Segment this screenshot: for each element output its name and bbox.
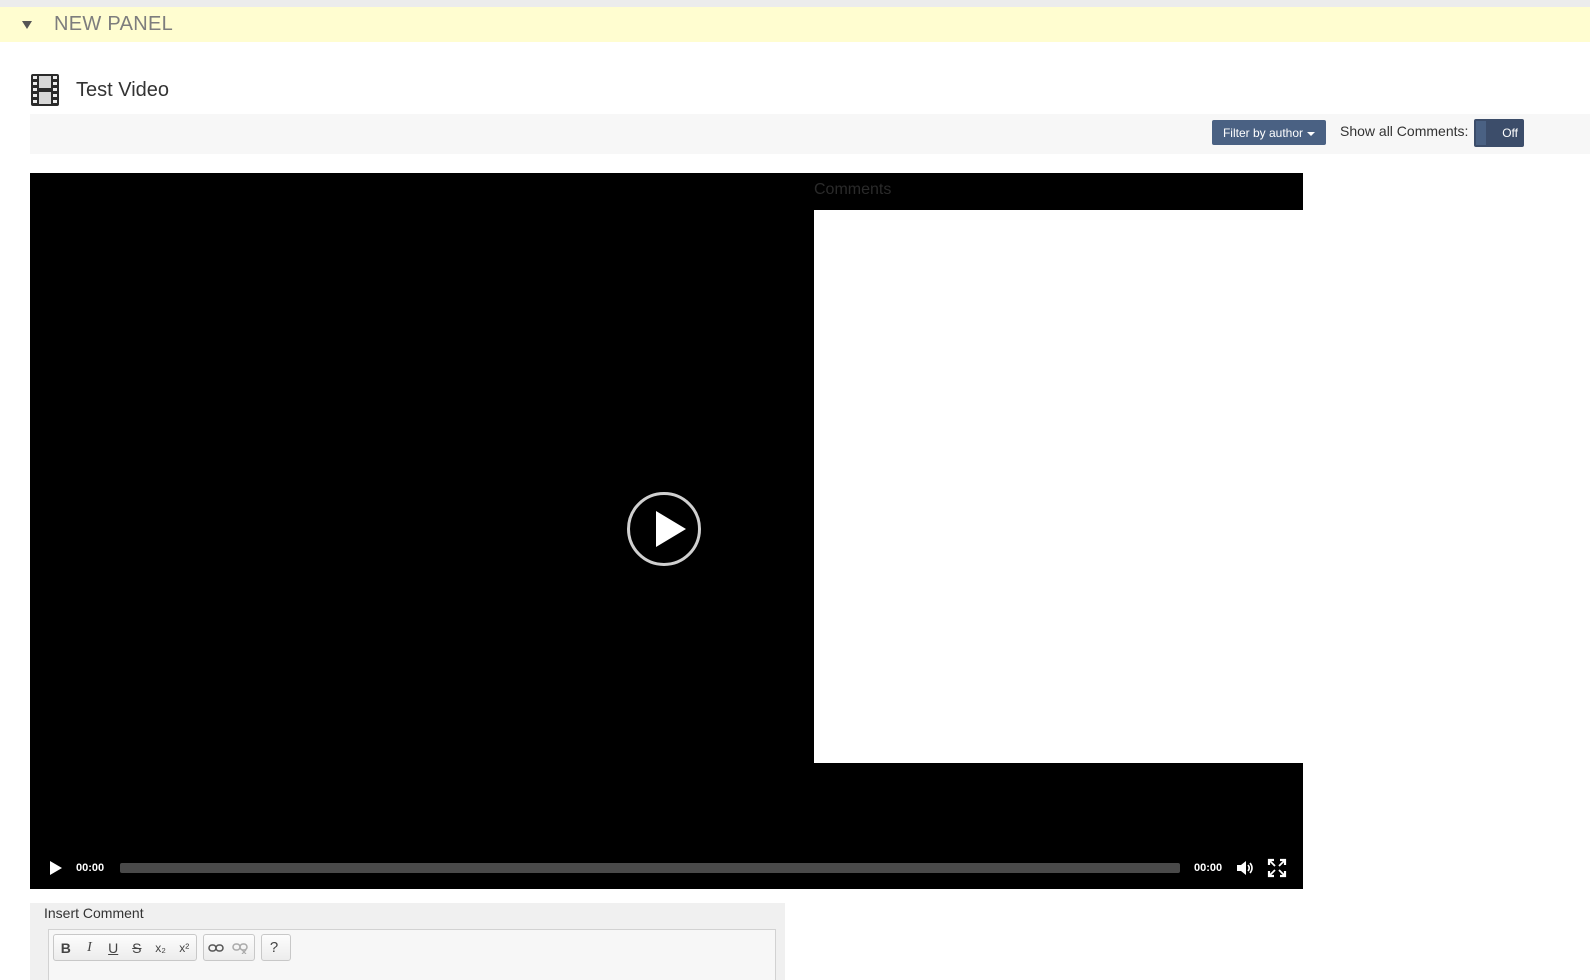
unlink-button[interactable] bbox=[228, 935, 252, 960]
play-pause-button[interactable] bbox=[50, 861, 62, 875]
comment-toolbar: Filter by author Show all Comments: Off bbox=[30, 114, 1590, 154]
insert-comment-box: Insert Comment B I U S x₂ x² ? bbox=[30, 903, 785, 980]
player-controls: 00:00 00:00 bbox=[30, 853, 1303, 883]
top-strip bbox=[0, 0, 1590, 7]
video-player[interactable]: Comments 00:00 00:00 bbox=[30, 173, 1303, 889]
superscript-button[interactable]: x² bbox=[172, 935, 196, 960]
link-icon bbox=[208, 943, 224, 952]
panel-title: NEW PANEL bbox=[54, 13, 174, 35]
video-title: Test Video bbox=[76, 78, 170, 101]
progress-bar[interactable] bbox=[120, 863, 1180, 873]
video-title-row: Test Video bbox=[30, 72, 169, 108]
toggle-knob bbox=[1476, 121, 1486, 145]
strikethrough-button[interactable]: S bbox=[125, 935, 149, 960]
filter-by-author-button[interactable]: Filter by author bbox=[1212, 120, 1326, 145]
current-time: 00:00 bbox=[76, 862, 105, 874]
filter-by-author-label: Filter by author bbox=[1222, 125, 1304, 140]
collapse-caret-icon[interactable] bbox=[22, 20, 32, 29]
toggle-state-label: Off bbox=[1502, 126, 1518, 140]
show-all-comments-toggle[interactable]: Off bbox=[1474, 119, 1524, 147]
show-all-comments-label: Show all Comments: bbox=[1340, 123, 1469, 139]
dropdown-caret-icon bbox=[1307, 131, 1316, 136]
bold-button[interactable]: B bbox=[54, 935, 78, 960]
panel-header[interactable]: NEW PANEL bbox=[0, 7, 1590, 42]
format-button-group: B I U S x₂ x² bbox=[53, 934, 197, 961]
comments-heading: Comments bbox=[814, 181, 892, 198]
play-icon bbox=[656, 511, 686, 547]
big-play-button[interactable] bbox=[627, 492, 701, 566]
subscript-button[interactable]: x₂ bbox=[149, 935, 173, 960]
link-button[interactable] bbox=[204, 935, 228, 960]
underline-button[interactable]: U bbox=[101, 935, 125, 960]
editor-toolbar: B I U S x₂ x² ? bbox=[48, 929, 776, 980]
comments-pane bbox=[814, 210, 1303, 763]
duration: 00:00 bbox=[1194, 862, 1223, 874]
insert-comment-label: Insert Comment bbox=[44, 905, 144, 921]
unlink-icon bbox=[232, 942, 248, 954]
help-button-group: ? bbox=[261, 934, 291, 961]
fullscreen-icon[interactable] bbox=[1267, 858, 1287, 878]
italic-button[interactable]: I bbox=[78, 935, 102, 960]
volume-icon[interactable] bbox=[1235, 858, 1255, 878]
help-button[interactable]: ? bbox=[262, 935, 286, 960]
link-button-group bbox=[203, 934, 255, 961]
film-strip-icon bbox=[31, 74, 59, 106]
